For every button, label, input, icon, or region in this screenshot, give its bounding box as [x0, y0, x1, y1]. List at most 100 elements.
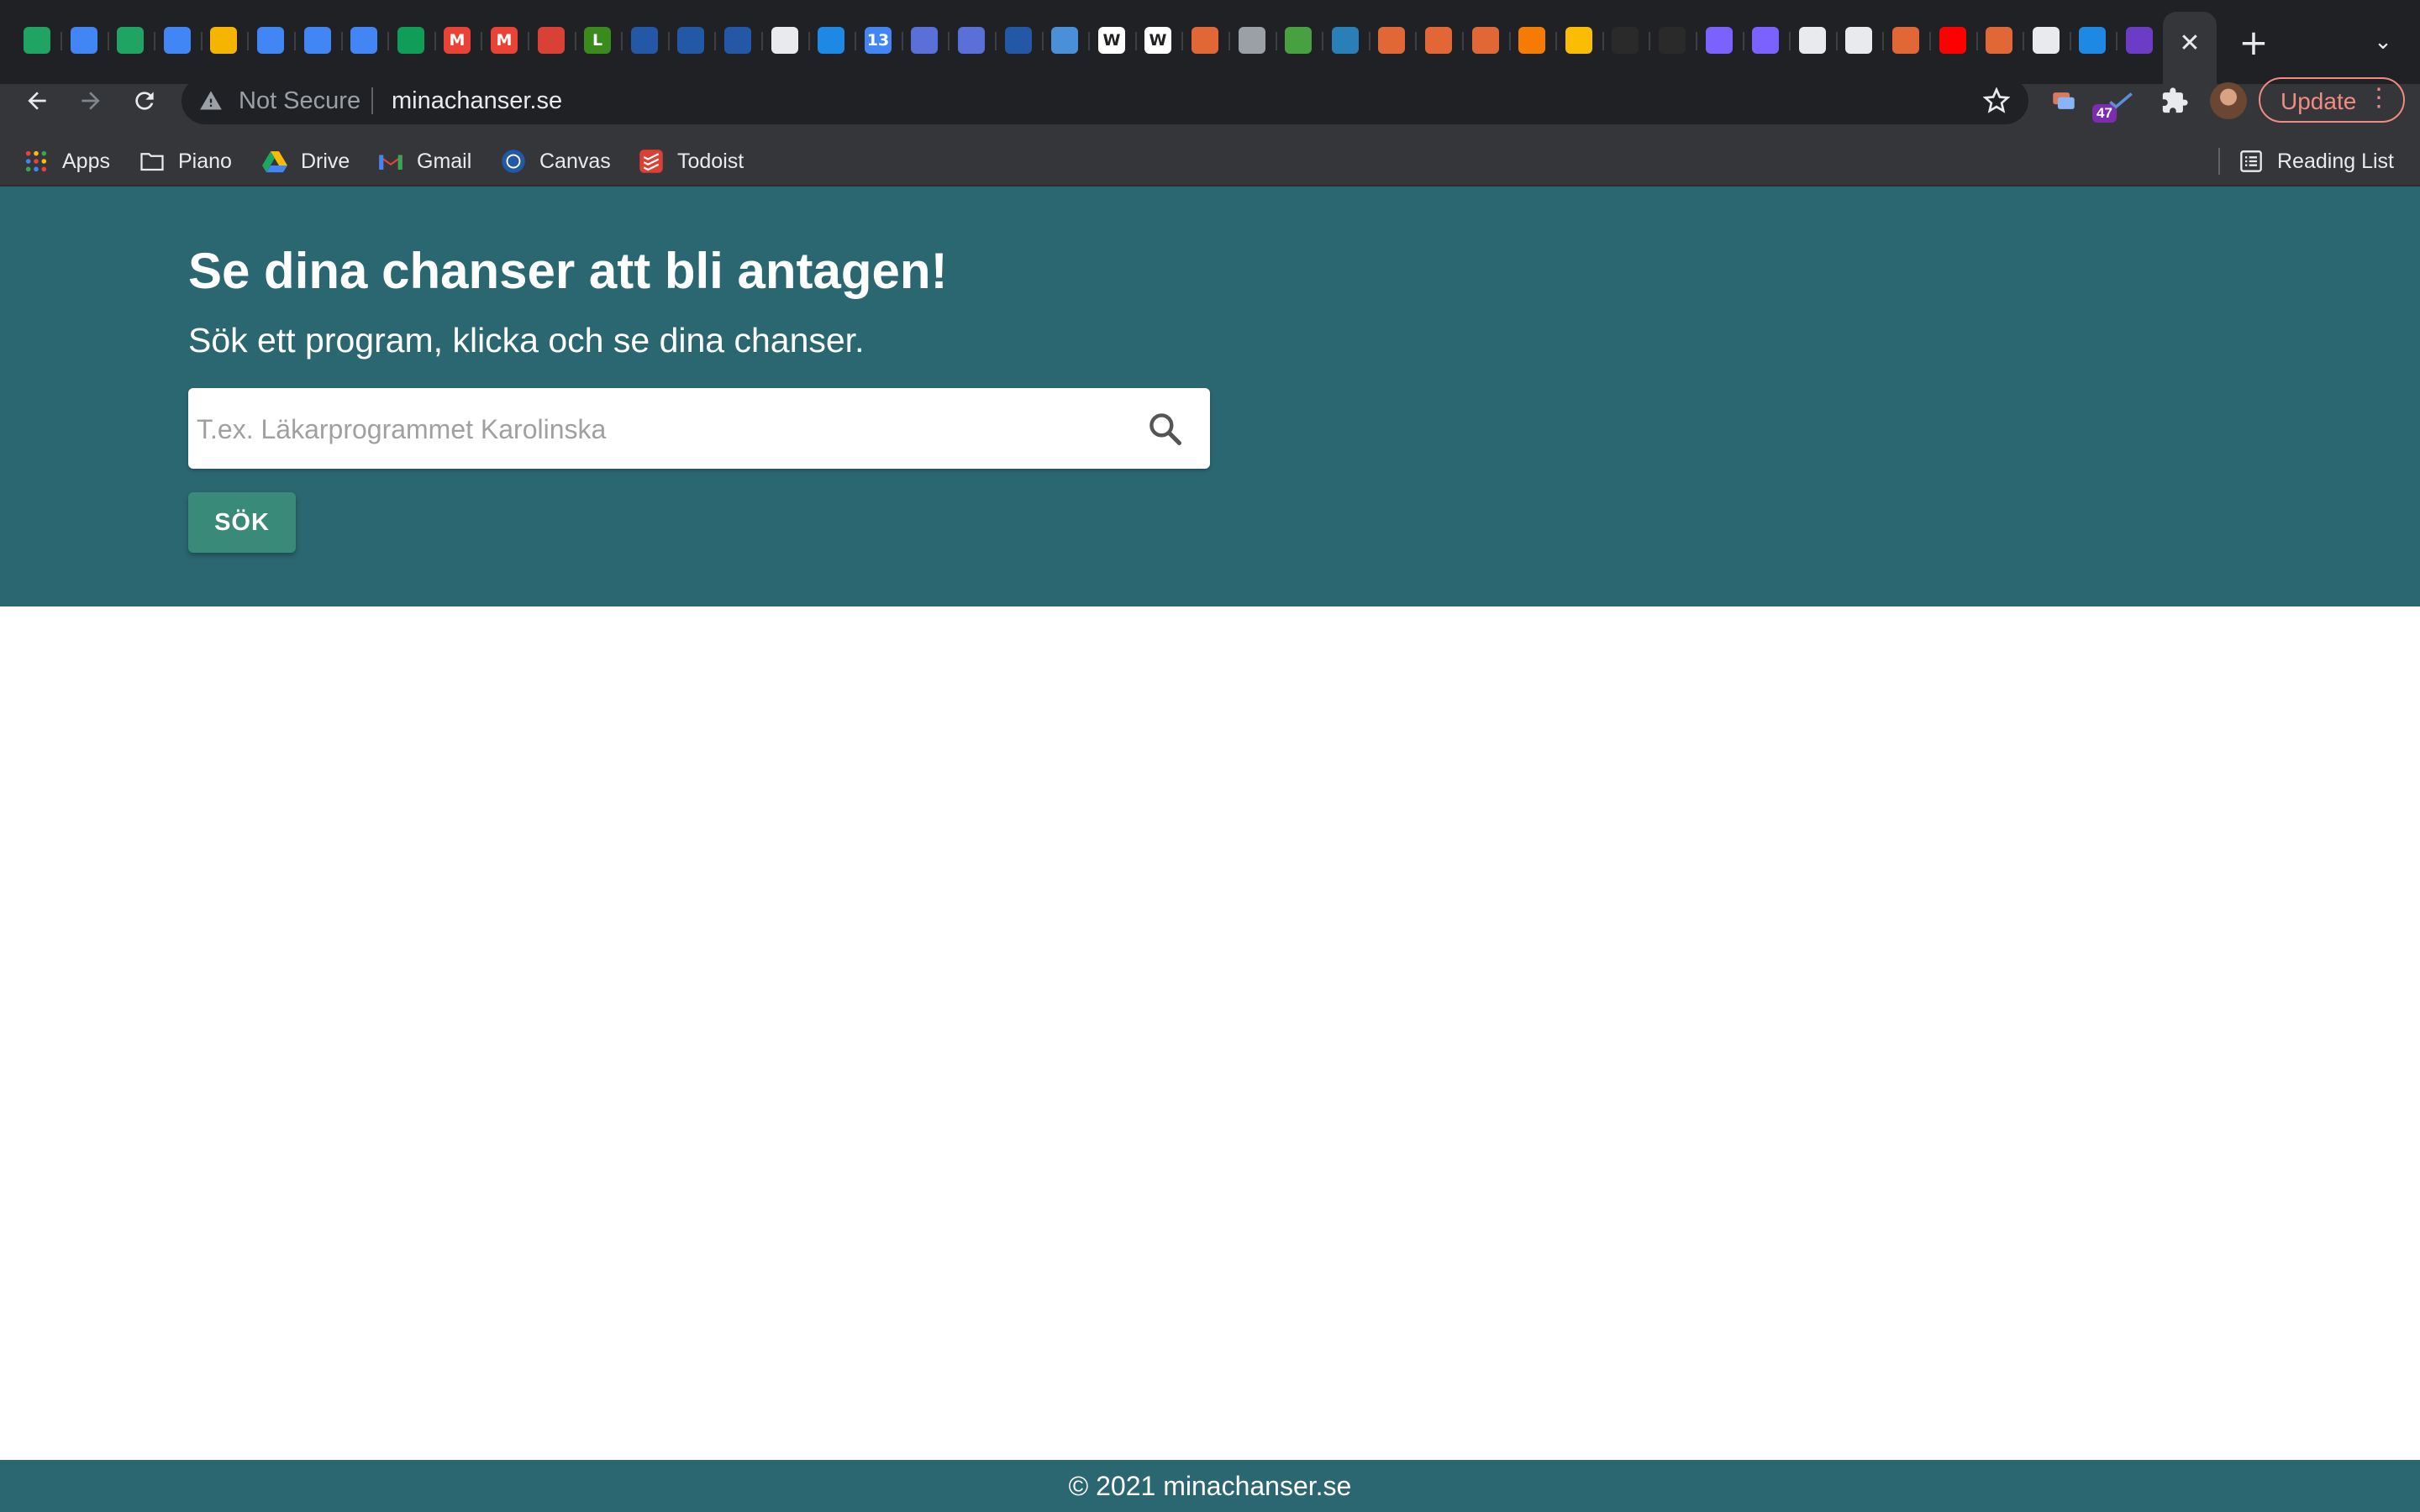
dark-app-icon[interactable] — [1659, 27, 1697, 54]
l-letter-icon[interactable]: L — [584, 27, 623, 54]
google-slides-icon[interactable] — [210, 27, 249, 54]
messenger-icon[interactable] — [1706, 27, 1744, 54]
check-icon — [2109, 92, 2133, 109]
footer-copyright: © 2021 minachanser.se — [1068, 1470, 1352, 1501]
matlab-icon[interactable] — [1986, 27, 2024, 54]
extensions-button[interactable] — [2158, 84, 2191, 118]
google-sheets-icon[interactable] — [397, 27, 436, 54]
purple-app-icon[interactable] — [1752, 27, 1791, 54]
google-drive-icon[interactable] — [24, 27, 62, 54]
overleaf-icon[interactable] — [1285, 27, 1323, 54]
search-button[interactable]: SÖK — [188, 492, 296, 553]
bookmark-apps[interactable]: Apps — [24, 144, 110, 178]
checkmark-extension-icon[interactable] — [2104, 84, 2138, 118]
matlab-icon[interactable] — [1472, 27, 1511, 54]
folder-icon — [139, 149, 165, 174]
globe-icon[interactable] — [1845, 27, 1884, 54]
bookmark-label: Apps — [62, 149, 110, 173]
google-docs-icon[interactable] — [304, 27, 343, 54]
kth-icon[interactable] — [677, 27, 716, 54]
warning-icon[interactable] — [198, 89, 224, 113]
bookmark-gmail[interactable]: Gmail — [378, 144, 471, 178]
active-tab[interactable]: ✕ — [2163, 12, 2217, 84]
globe-icon[interactable] — [1799, 27, 1838, 54]
tab-strip: M M L 13 W W ✕ + ⌄ — [0, 0, 2420, 84]
extension-icon[interactable] — [2047, 84, 2081, 118]
reload-button[interactable] — [121, 77, 168, 124]
divider — [2218, 148, 2220, 175]
star-icon[interactable] — [1983, 87, 2010, 114]
kth-icon[interactable] — [631, 27, 670, 54]
bookmark-label: Gmail — [417, 149, 472, 173]
google-drive-icon[interactable] — [117, 27, 155, 54]
todoist-icon — [639, 149, 664, 174]
gmail-icon[interactable]: M — [444, 27, 482, 54]
matlab-icon[interactable] — [1192, 27, 1230, 54]
shield-purple-icon[interactable] — [2126, 27, 2165, 54]
reload-icon — [135, 92, 154, 110]
gear-orange-icon[interactable] — [1518, 27, 1557, 54]
back-button[interactable] — [13, 77, 60, 124]
mail-app-icon[interactable] — [818, 27, 856, 54]
reading-list-label: Reading List — [2277, 149, 2394, 173]
bookmark-label: Drive — [301, 149, 350, 173]
keep-icon[interactable] — [1565, 27, 1604, 54]
forward-button[interactable] — [67, 77, 114, 124]
bookmarks-bar: Apps Piano Drive Gmail Canvas Todoist Re… — [0, 138, 2420, 186]
bookmark-label: Todoist — [677, 149, 744, 173]
kth-icon — [501, 149, 526, 174]
github-icon[interactable] — [2033, 27, 2071, 54]
back-arrow-icon — [28, 92, 46, 110]
butterfly-icon[interactable] — [911, 27, 950, 54]
app-icon[interactable] — [1332, 27, 1370, 54]
bookmark-piano[interactable]: Piano — [139, 144, 232, 178]
apps-grid-icon — [24, 149, 49, 174]
forward-arrow-icon — [82, 92, 100, 110]
pencil-icon[interactable] — [1051, 27, 1090, 54]
google-docs-icon[interactable] — [257, 27, 296, 54]
globe-icon[interactable] — [1239, 27, 1277, 54]
page-subtitle: Sök ett program, klicka och se dina chan… — [188, 321, 865, 360]
reading-list-icon — [2238, 149, 2264, 174]
update-label: Update — [2281, 88, 2357, 114]
kth-icon[interactable] — [1005, 27, 1044, 54]
bookmark-drive[interactable]: Drive — [262, 144, 350, 178]
search-box[interactable] — [188, 388, 1210, 470]
bookmark-label: Piano — [178, 149, 232, 173]
address-bar[interactable]: Not Secure minachanser.se — [182, 77, 2028, 124]
matlab-icon[interactable] — [1892, 27, 1931, 54]
gmail-icon[interactable]: M — [491, 27, 529, 54]
footer: © 2021 minachanser.se — [0, 1460, 2420, 1512]
calendar-icon[interactable]: 13 — [865, 27, 903, 54]
search-input[interactable] — [195, 388, 1123, 470]
url-text[interactable]: minachanser.se — [392, 87, 562, 115]
google-drive-icon — [262, 149, 287, 174]
matlab-icon[interactable] — [1425, 27, 1464, 54]
bookmark-todoist[interactable]: Todoist — [639, 144, 744, 178]
sync-icon[interactable] — [2079, 27, 2118, 54]
search-icon[interactable] — [1146, 410, 1183, 447]
globe-icon[interactable] — [771, 27, 810, 54]
youtube-icon[interactable] — [1939, 27, 1978, 54]
butterfly-icon[interactable] — [958, 27, 997, 54]
google-docs-icon[interactable] — [71, 27, 109, 54]
google-docs-icon[interactable] — [164, 27, 203, 54]
update-button[interactable]: Update ⋮ — [2259, 77, 2405, 123]
wikipedia-icon[interactable]: W — [1098, 27, 1137, 54]
bookmark-canvas[interactable]: Canvas — [501, 144, 611, 178]
bookmark-label: Canvas — [539, 149, 611, 173]
dark-app-icon[interactable] — [1612, 27, 1650, 54]
todoist-icon[interactable] — [538, 27, 576, 54]
wikipedia-icon[interactable]: W — [1144, 27, 1183, 54]
google-docs-icon[interactable] — [350, 27, 389, 54]
new-tab-button[interactable]: + — [2235, 17, 2272, 67]
page-title: Se dina chanser att bli antagen! — [188, 243, 948, 299]
reading-list-button[interactable]: Reading List — [2238, 144, 2394, 178]
profile-avatar[interactable] — [2210, 82, 2247, 119]
close-tab-icon[interactable]: ✕ — [2179, 29, 2200, 58]
security-label[interactable]: Not Secure — [239, 87, 360, 115]
chevron-down-icon[interactable]: ⌄ — [2366, 22, 2400, 62]
kth-icon[interactable] — [724, 27, 763, 54]
more-vert-icon[interactable]: ⋮ — [2366, 86, 2391, 111]
matlab-icon[interactable] — [1378, 27, 1417, 54]
